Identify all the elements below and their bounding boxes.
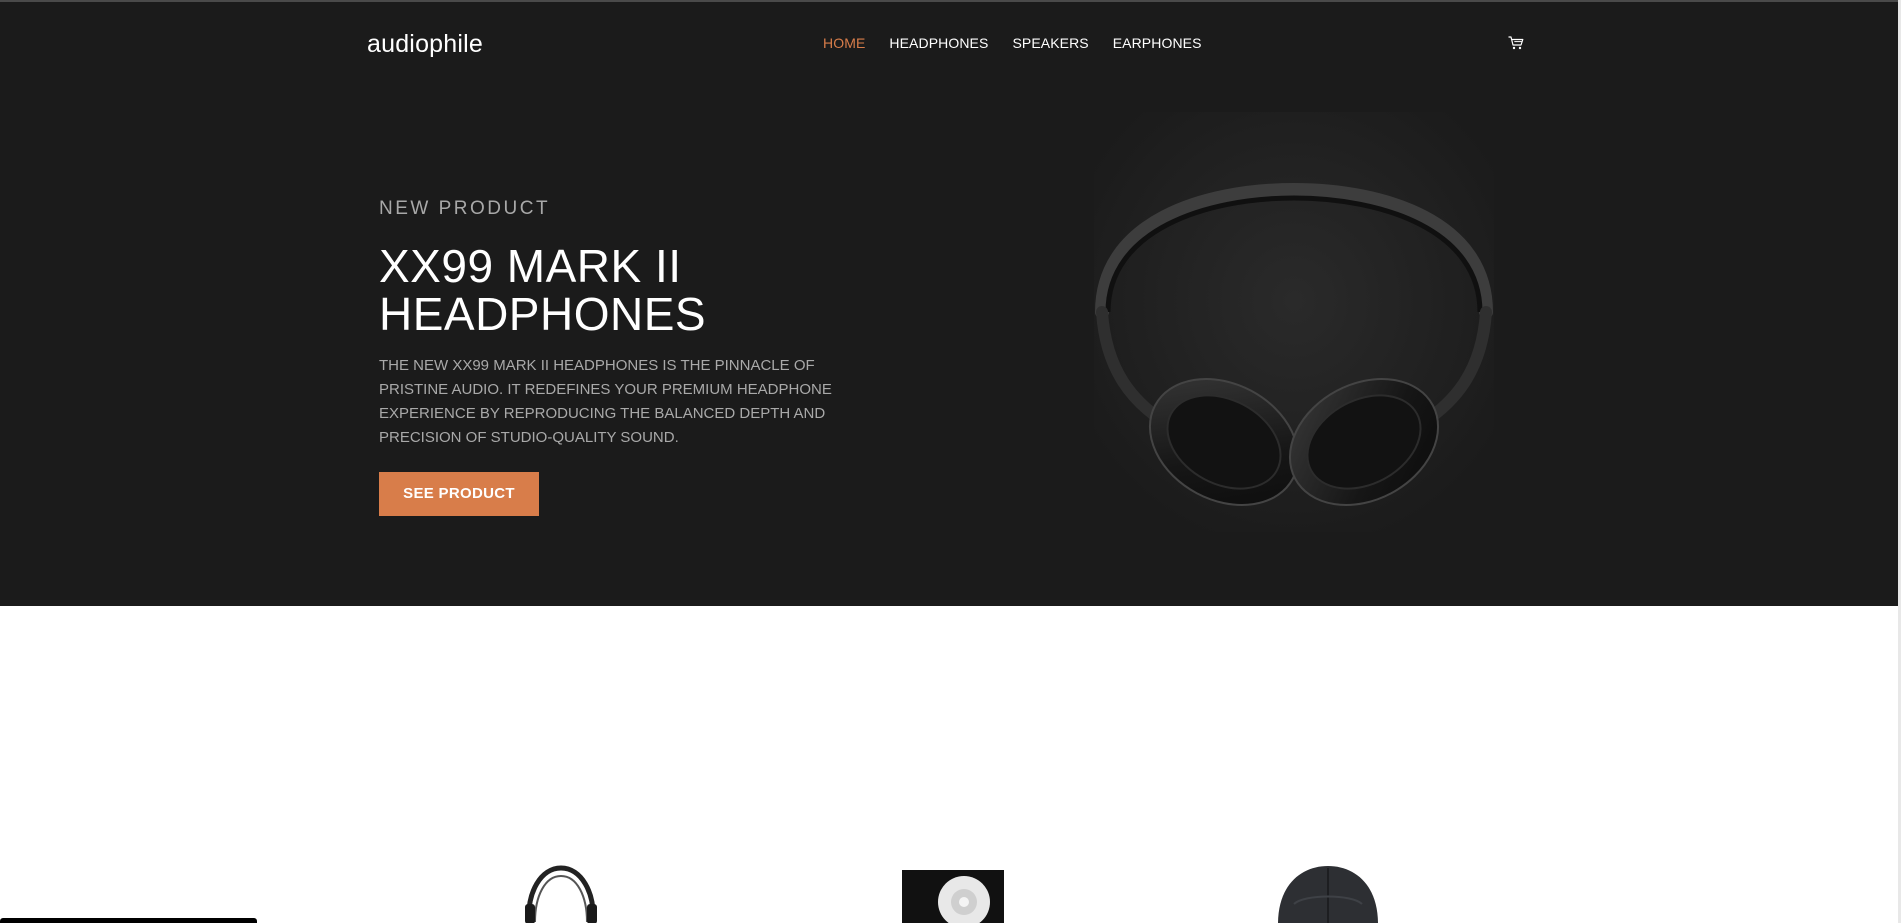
- headphones-thumbnail[interactable]: [523, 864, 599, 923]
- main-nav: HOME HEADPHONES SPEAKERS EARPHONES: [823, 35, 1202, 51]
- nav-link-headphones[interactable]: HEADPHONES: [889, 35, 988, 51]
- hero-section: audiophile HOME HEADPHONES SPEAKERS EARP…: [0, 2, 1898, 606]
- logo[interactable]: audiophile: [367, 30, 483, 59]
- hero-overline: NEW PRODUCT: [379, 198, 551, 219]
- nav-link-home[interactable]: HOME: [823, 35, 865, 51]
- navbar: audiophile HOME HEADPHONES SPEAKERS EARP…: [0, 2, 1898, 86]
- categories-section: [0, 606, 1898, 923]
- cart-icon[interactable]: [1508, 36, 1524, 50]
- nav-link-speakers[interactable]: SPEAKERS: [1012, 35, 1088, 51]
- page: audiophile HOME HEADPHONES SPEAKERS EARP…: [0, 0, 1901, 923]
- hero-content: NEW PRODUCT XX99 MARK II HEADPHONES THE …: [379, 198, 899, 516]
- bottom-toolbar-edge: [0, 918, 257, 923]
- see-product-button[interactable]: SEE PRODUCT: [379, 472, 539, 516]
- hero-title: XX99 MARK II HEADPHONES: [379, 240, 707, 340]
- hero-description: THE NEW XX99 MARK II HEADPHONES IS THE P…: [379, 357, 832, 446]
- earphones-thumbnail[interactable]: [1274, 864, 1382, 923]
- nav-link-earphones[interactable]: EARPHONES: [1113, 35, 1202, 51]
- headphones-image: [1094, 112, 1494, 532]
- speaker-thumbnail[interactable]: [902, 864, 1004, 923]
